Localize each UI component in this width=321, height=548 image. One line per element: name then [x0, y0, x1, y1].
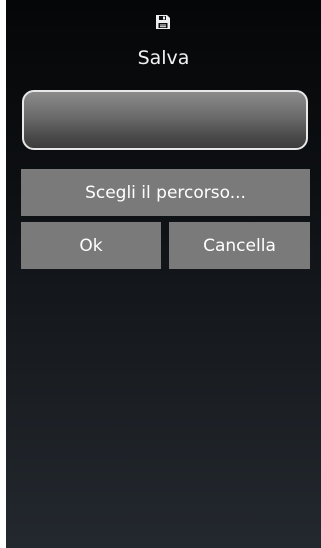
save-dialog: Salva Scegli il percorso... Ok Cancella: [6, 0, 321, 548]
filename-input[interactable]: [22, 90, 308, 150]
ok-button[interactable]: Ok: [21, 222, 161, 269]
choose-path-button[interactable]: Scegli il percorso...: [21, 169, 310, 216]
cancel-button[interactable]: Cancella: [169, 222, 310, 269]
floppy-disk-icon: [156, 15, 170, 29]
dialog-title: Salva: [137, 47, 190, 69]
dialog-header: Salva: [6, 0, 321, 80]
